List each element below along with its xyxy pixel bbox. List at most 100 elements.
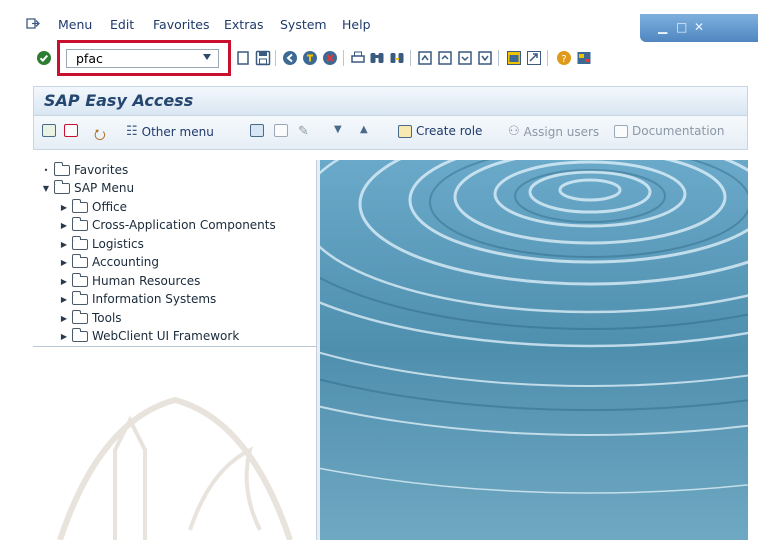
page-title: SAP Easy Access [44, 91, 194, 110]
command-field[interactable]: pfac [66, 49, 219, 68]
folder-icon [72, 327, 88, 342]
collapse-icon[interactable] [236, 50, 252, 66]
tree-node-favorites[interactable]: • Favorites [41, 161, 128, 179]
pencil-icon: ✎ [298, 124, 309, 139]
change-menu-button[interactable] [274, 124, 288, 137]
tree-node-tools[interactable]: ▶ Tools [59, 309, 122, 327]
folder-icon [72, 198, 88, 213]
pencil-button[interactable]: ✎ [298, 124, 309, 139]
expanded-arrow-icon: ▼ [42, 183, 50, 193]
back-icon[interactable] [282, 50, 298, 66]
triangle-down-icon: ▼ [334, 124, 342, 135]
delete-favorite-icon: ⭮ [94, 127, 106, 143]
move-up-button[interactable]: ▲ [360, 124, 368, 135]
tree-node-cross-application-components[interactable]: ▶ Cross-Application Components [59, 216, 276, 234]
create-menu-button[interactable] [250, 124, 264, 137]
users-icon: ⚇ [508, 124, 520, 139]
folder-icon [72, 216, 88, 231]
add-favorite-icon [42, 124, 56, 137]
tree-node-label: Tools [92, 311, 122, 325]
tree-node-human-resources[interactable]: ▶ Human Resources [59, 272, 200, 290]
menu-item-menu[interactable]: Menu [58, 17, 92, 32]
cancel-icon[interactable] [322, 50, 338, 66]
create-menu-icon [250, 124, 264, 137]
expand-arrow-icon: ▶ [60, 313, 68, 323]
create-role-button[interactable]: Create role [398, 124, 482, 138]
last-page-icon[interactable] [477, 50, 493, 66]
svg-text:?: ? [561, 54, 566, 65]
documentation-label: Documentation [632, 124, 725, 138]
folder-icon [72, 309, 88, 324]
folder-open-icon [54, 179, 70, 194]
shortcut-icon[interactable] [526, 50, 542, 66]
edit-favorite-icon [64, 124, 78, 137]
folder-icon [72, 253, 88, 268]
navigation-tree: • Favorites ▼ SAP Menu ▶ Office ▶ Cross-Appl… [33, 160, 316, 347]
edit-favorite-button[interactable] [64, 124, 78, 137]
save-icon[interactable] [255, 50, 271, 66]
toolbar-separator [498, 50, 499, 66]
other-menu-button[interactable]: ☷ Other menu [126, 124, 214, 139]
close-icon[interactable]: ✕ [694, 20, 704, 34]
expand-arrow-icon: ▶ [60, 276, 68, 286]
documentation-icon [614, 124, 628, 138]
previous-page-icon[interactable] [437, 50, 453, 66]
tree-node-office[interactable]: ▶ Office [59, 198, 127, 216]
toolbar-separator [275, 50, 276, 66]
new-session-icon[interactable] [506, 50, 522, 66]
tree-node-sap-menu[interactable]: ▼ SAP Menu [41, 179, 134, 197]
tree-node-label: Cross-Application Components [92, 218, 276, 232]
find-icon[interactable] [369, 50, 385, 66]
toolbar-separator [343, 50, 344, 66]
expand-arrow-icon: ▶ [60, 257, 68, 267]
tree-node-label: Information Systems [92, 292, 217, 306]
menu-item-edit[interactable]: Edit [110, 17, 134, 32]
next-page-icon[interactable] [457, 50, 473, 66]
minimize-icon[interactable]: ▁ [658, 20, 667, 34]
move-down-button[interactable]: ▼ [334, 124, 342, 135]
enter-icon[interactable] [36, 50, 52, 66]
folder-icon [72, 272, 88, 287]
triangle-up-icon: ▲ [360, 124, 368, 135]
menu-item-extras[interactable]: Extras [224, 17, 264, 32]
delete-favorite-button[interactable]: ⭮ [94, 124, 106, 148]
screen-title-bar: SAP Easy Access [33, 86, 748, 116]
window-controls: ▁ □ ✕ [640, 14, 758, 42]
command-field-value: pfac [76, 51, 103, 66]
bullet-icon: • [43, 165, 49, 175]
tree-node-label: Accounting [92, 255, 160, 269]
exit-session-icon[interactable] [302, 50, 318, 66]
help-icon[interactable]: ? [556, 50, 572, 66]
tree-node-logistics[interactable]: ▶ Logistics [59, 235, 144, 253]
layout-icon[interactable] [576, 50, 592, 66]
other-menu-label: Other menu [141, 124, 214, 139]
add-favorite-button[interactable] [42, 124, 56, 137]
toolbar-separator [547, 50, 548, 66]
find-next-icon[interactable] [389, 50, 405, 66]
tree-node-information-systems[interactable]: ▶ Information Systems [59, 290, 216, 308]
print-icon[interactable] [350, 50, 366, 66]
first-page-icon[interactable] [417, 50, 433, 66]
menu-bar: Menu Edit Favorites Extras System Help ▁… [0, 14, 758, 42]
expand-arrow-icon: ▶ [60, 331, 68, 341]
maximize-icon[interactable]: □ [676, 20, 687, 34]
menu-item-help[interactable]: Help [342, 17, 371, 32]
hierarchy-icon: ☷ [126, 124, 138, 139]
menu-item-system[interactable]: System [280, 17, 327, 32]
tree-node-label: Human Resources [92, 274, 201, 288]
menu-item-favorites[interactable]: Favorites [153, 17, 209, 32]
expand-arrow-icon: ▶ [60, 202, 68, 212]
create-role-icon [398, 124, 412, 138]
assign-users-label: Assign users [523, 124, 600, 139]
folder-icon [54, 161, 70, 176]
expand-arrow-icon: ▶ [60, 294, 68, 304]
expand-arrow-icon: ▶ [60, 239, 68, 249]
documentation-button[interactable]: Documentation [614, 124, 725, 138]
tree-node-accounting[interactable]: ▶ Accounting [59, 253, 159, 271]
application-toolbar: ⭮ ☷ Other menu ✎ ▼ ▲ Create role ⚇ Assign … [33, 116, 748, 150]
assign-users-button[interactable]: ⚇ Assign users [508, 124, 599, 139]
exit-icon[interactable] [26, 18, 40, 29]
chevron-down-icon[interactable] [203, 54, 211, 60]
tree-node-webclient-ui-framework[interactable]: ▶ WebClient UI Framework [59, 327, 239, 345]
tree-node-label: Office [92, 200, 128, 214]
